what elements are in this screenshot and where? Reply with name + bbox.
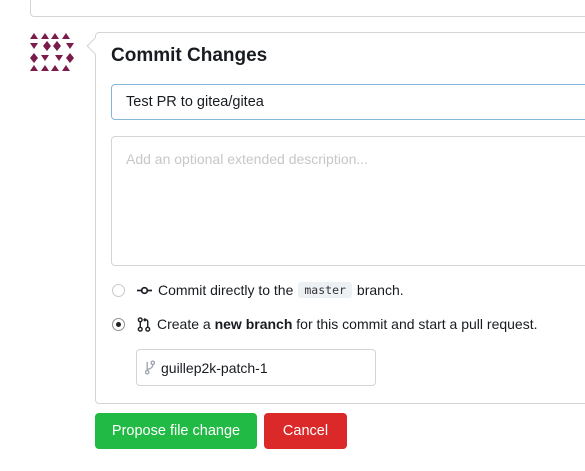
new-branch-name-input[interactable] (155, 359, 361, 376)
new-branch-radio[interactable] (112, 318, 125, 331)
commit-direct-prefix: Commit directly to the (158, 282, 294, 298)
user-avatar-icon (30, 33, 74, 71)
new-branch-name-field[interactable] (136, 349, 376, 386)
git-pull-request-icon (137, 316, 151, 332)
commit-direct-radio[interactable] (112, 284, 125, 297)
master-branch-label: master (298, 282, 352, 298)
previous-panel (30, 0, 585, 17)
cancel-button[interactable]: Cancel (264, 413, 347, 449)
commit-description-textarea[interactable] (111, 136, 585, 266)
git-commit-icon (137, 286, 152, 294)
new-branch-suffix: for this commit and start a pull request… (296, 316, 538, 332)
commit-direct-suffix: branch. (356, 282, 404, 298)
new-branch-option[interactable]: Create a new branch for this commit and … (137, 316, 538, 332)
commit-changes-title: Commit Changes (111, 45, 268, 66)
commit-direct-option[interactable]: Commit directly to the master branch. (137, 282, 404, 298)
propose-file-change-button[interactable]: Propose file change (95, 413, 257, 449)
new-branch-prefix: Create a (157, 316, 211, 332)
new-branch-bold: new branch (214, 316, 293, 332)
commit-summary-input[interactable] (111, 84, 585, 120)
git-branch-icon (145, 360, 155, 375)
